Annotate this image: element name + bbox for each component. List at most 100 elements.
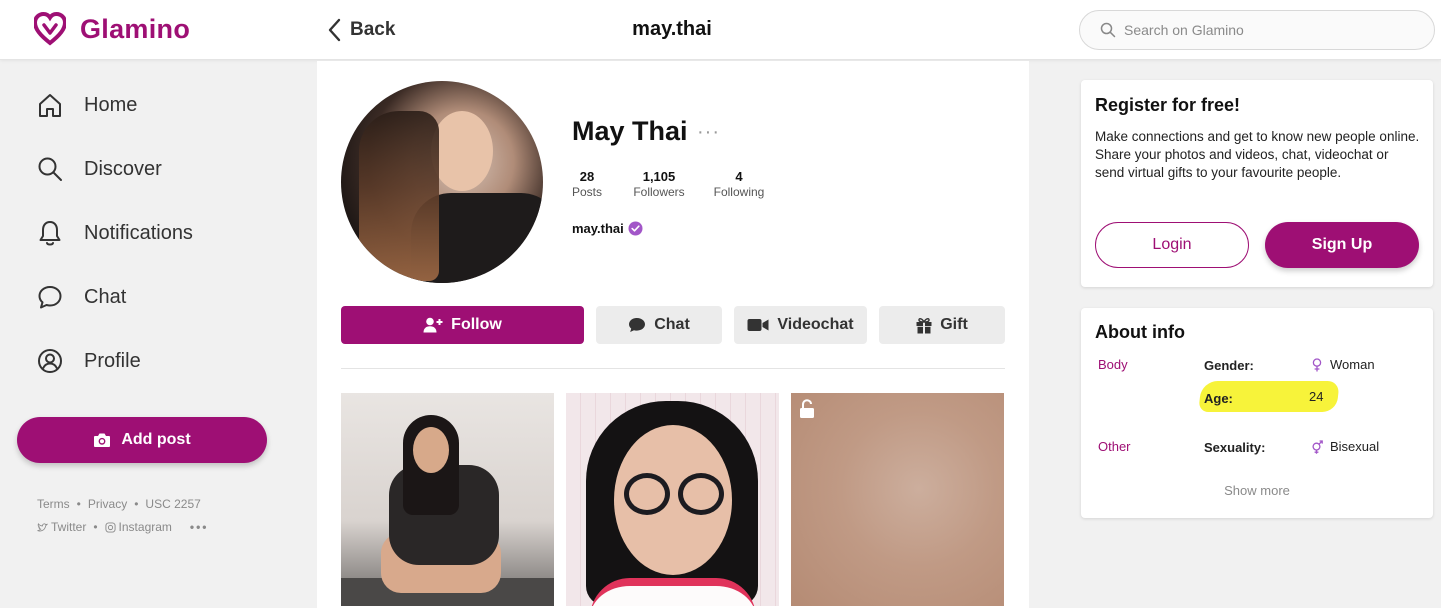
avatar-photo-part: [431, 111, 493, 191]
sidebar-item-discover[interactable]: Discover: [36, 155, 162, 183]
register-title: Register for free!: [1095, 95, 1241, 115]
separator: •: [93, 520, 98, 534]
gender-value: Woman: [1311, 357, 1375, 372]
home-icon: [39, 94, 61, 117]
about-category-other: Other: [1098, 439, 1131, 454]
show-more-link[interactable]: Show more: [1081, 483, 1433, 498]
posts-count: 28: [579, 169, 595, 184]
separator: •: [76, 497, 81, 511]
avatar-photo-part: [359, 111, 439, 281]
sidebar-item-label: Chat: [84, 285, 127, 308]
register-description: Make connections and get to know new peo…: [1095, 129, 1420, 180]
posts-label: Posts: [572, 185, 603, 199]
username-row: may.thai: [572, 221, 643, 236]
female-symbol-icon: [1312, 357, 1322, 371]
back-button[interactable]: Back: [326, 17, 395, 43]
verified-badge-icon: [628, 221, 643, 236]
instagram-link[interactable]: Instagram: [119, 516, 172, 539]
following-label: Following: [713, 185, 765, 199]
bell-icon: [39, 221, 61, 246]
chat-bubble-icon: [629, 318, 646, 332]
sidebar-item-label: Home: [84, 93, 138, 116]
sexuality-key: Sexuality:: [1204, 440, 1266, 455]
more-links-button[interactable]: •••: [190, 516, 209, 539]
photo-part: [590, 578, 756, 606]
gift-label: Gift: [940, 316, 968, 333]
sidebar-item-notifications[interactable]: Notifications: [36, 219, 193, 247]
following-stat[interactable]: 4 Following: [711, 169, 767, 199]
photo-part: [413, 427, 449, 473]
post-thumbnail[interactable]: [341, 393, 554, 606]
sidebar-item-profile[interactable]: Profile: [36, 347, 141, 375]
sidebar-item-label: Discover: [84, 157, 162, 180]
about-category-body: Body: [1098, 357, 1128, 372]
twitter-icon: [37, 523, 48, 532]
add-post-button[interactable]: Add post: [17, 417, 267, 463]
locked-post-thumbnail[interactable]: [791, 393, 1004, 606]
bisexual-symbol-icon: [1312, 439, 1323, 454]
age-value: 24: [1309, 389, 1324, 404]
profile-name: May Thai: [572, 116, 688, 146]
heart-logo-icon: [34, 12, 66, 46]
age-key: Age:: [1204, 391, 1233, 406]
follow-button[interactable]: Follow: [341, 306, 584, 344]
user-circle-icon: [38, 349, 62, 373]
user-plus-icon: [423, 317, 443, 333]
twitter-link[interactable]: Twitter: [51, 516, 86, 539]
about-title: About info: [1095, 322, 1185, 342]
photo-part: [624, 473, 670, 515]
sexuality-text: Bisexual: [1330, 439, 1380, 454]
add-post-label: Add post: [121, 431, 191, 448]
brand-logo[interactable]: Glamino: [34, 12, 190, 46]
brand-name: Glamino: [80, 13, 191, 44]
gift-icon: [916, 317, 932, 333]
signup-button[interactable]: Sign Up: [1265, 222, 1419, 268]
gender-key: Gender:: [1204, 358, 1254, 373]
sidebar-item-label: Notifications: [84, 221, 193, 244]
post-thumbnail[interactable]: [566, 393, 779, 606]
back-label: Back: [350, 19, 396, 40]
videochat-button[interactable]: Videochat: [734, 306, 867, 344]
divider: [341, 368, 1005, 369]
search-bar[interactable]: [1079, 10, 1435, 50]
search-icon: [1100, 22, 1116, 38]
photo-part: [678, 473, 724, 515]
video-camera-icon: [747, 319, 769, 331]
login-button[interactable]: Login: [1095, 222, 1249, 268]
followers-label: Followers: [633, 185, 685, 199]
posts-stat[interactable]: 28 Posts: [572, 169, 602, 199]
profile-menu-button[interactable]: ···: [697, 121, 720, 144]
camera-icon: [94, 433, 111, 447]
sidebar-item-chat[interactable]: Chat: [36, 283, 126, 311]
chevron-left-icon: [328, 18, 341, 42]
search-input[interactable]: [1124, 22, 1424, 38]
register-card: Register for free! Make connections and …: [1081, 80, 1433, 287]
search-icon: [38, 157, 62, 181]
about-card: About info Body Gender: Woman Age: 24 Ot…: [1081, 308, 1433, 518]
unlock-icon: [800, 399, 814, 418]
sidebar-item-label: Profile: [84, 349, 141, 372]
separator: •: [134, 497, 139, 511]
following-count: 4: [735, 169, 743, 184]
page-title: may.thai: [632, 18, 712, 40]
chat-label: Chat: [654, 316, 690, 333]
privacy-link[interactable]: Privacy: [88, 493, 127, 516]
avatar[interactable]: [341, 81, 543, 283]
footer-links: Terms • Privacy • USC 2257 Twitter • Ins…: [37, 493, 209, 539]
sidebar-item-home[interactable]: Home: [36, 91, 137, 119]
chat-bubble-icon: [38, 286, 62, 309]
videochat-label: Videochat: [777, 316, 854, 333]
profile-main: May Thai ··· 28 Posts 1,105 Followers 4 …: [317, 61, 1029, 608]
follow-label: Follow: [451, 316, 502, 333]
chat-button[interactable]: Chat: [596, 306, 722, 344]
followers-stat[interactable]: 1,105 Followers: [631, 169, 687, 199]
instagram-icon: [105, 522, 116, 533]
gender-text: Woman: [1330, 357, 1375, 372]
usc-link[interactable]: USC 2257: [145, 493, 200, 516]
terms-link[interactable]: Terms: [37, 493, 70, 516]
sexuality-value: Bisexual: [1311, 439, 1379, 454]
top-bar: Glamino Back may.thai: [0, 0, 1441, 60]
gift-button[interactable]: Gift: [879, 306, 1005, 344]
username: may.thai: [572, 221, 624, 236]
left-sidebar: Home Discover Notifications Chat Profile: [0, 61, 316, 608]
